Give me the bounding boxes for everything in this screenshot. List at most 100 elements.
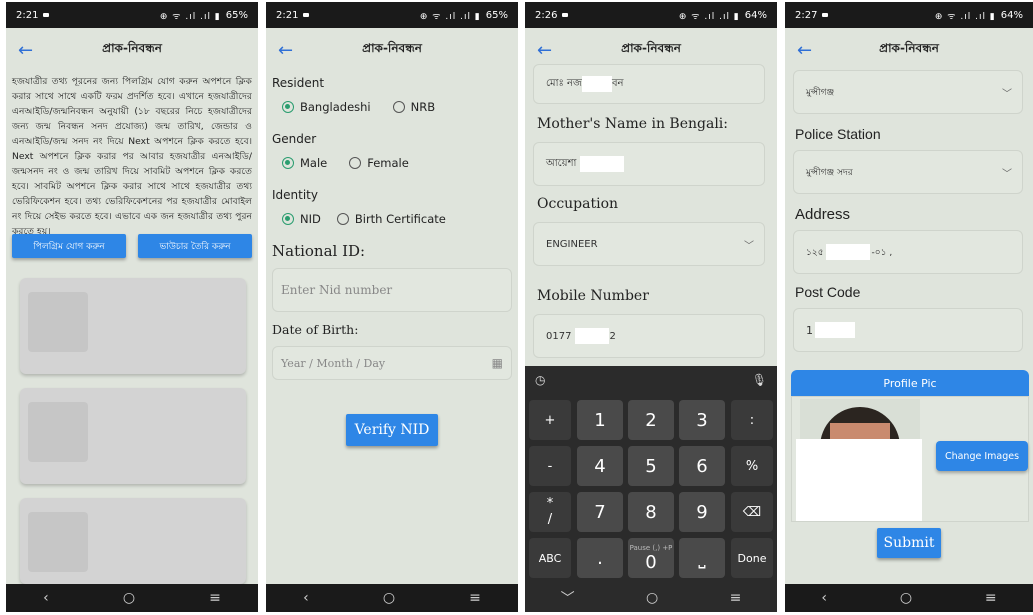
key-dot[interactable]: .	[577, 538, 623, 578]
key-minus[interactable]: -	[529, 446, 571, 486]
nav-menu-icon[interactable]: ≡	[469, 590, 481, 606]
chevron-down-icon: ﹀	[744, 240, 754, 252]
profile-photo	[800, 399, 920, 439]
mother-name-input[interactable]: আয়েশা	[533, 142, 765, 186]
phone-screen-instructions: 2:21 ⊕ ᯤ .ıl .ıl ▮ 65% ← প্রাক-নিবন্ধন হজ…	[6, 2, 258, 612]
dob-input[interactable]: Year / Month / Day ▦	[272, 346, 512, 380]
police-station-label: Police Station	[795, 126, 881, 142]
district-select[interactable]: মুন্সীগঞ্জ ﹀	[793, 70, 1023, 114]
status-time: 2:26	[535, 9, 558, 21]
verify-nid-button[interactable]: Verify NID	[346, 414, 438, 446]
key-0[interactable]: Pause (,) +P 0	[628, 538, 674, 578]
notification-icon	[822, 13, 829, 17]
status-bar: 2:27 ⊕ ᯤ .ıl .ıl ▮ 64%	[785, 2, 1033, 28]
nav-home-icon[interactable]: ○	[900, 590, 912, 606]
backspace-icon[interactable]: ⌫	[731, 492, 773, 532]
add-pilgrim-button[interactable]: পিলগ্রিম যোগ করুন	[12, 234, 126, 258]
radio-nrb[interactable]	[392, 101, 405, 113]
phone-screen-personal-info: 2:26 ⊕ ᯤ .ıl .ıl ▮ 6 4% ← প্রাক-নিবন্ধন মো…	[525, 2, 777, 612]
key-9[interactable]: 9	[679, 492, 725, 532]
page-title: প্রাক-নিবন্ধন	[102, 41, 162, 55]
occupation-select[interactable]: ENGINEER ﹀	[533, 222, 765, 266]
notification-icon	[562, 13, 569, 17]
key-star-slash[interactable]: * /	[529, 492, 571, 532]
page-title: প্রাক-নিবন্ধন	[362, 41, 422, 55]
nav-menu-icon[interactable]: ≡	[985, 590, 997, 606]
microphone-icon[interactable]: 🎙	[752, 373, 767, 387]
national-id-label: National ID:	[272, 242, 366, 260]
identity-label: Identity	[272, 188, 318, 202]
name-input[interactable]: মোঃ নজ বন	[533, 64, 765, 104]
page-title: প্রাক-নিবন্ধন	[879, 41, 939, 55]
page-title: প্রাক-নিবন্ধন	[621, 41, 681, 55]
signal-icon: ⊕ ᯤ .ıl .ıl ▮	[678, 11, 740, 22]
key-percent[interactable]: %	[731, 446, 773, 486]
nav-back-icon[interactable]: ‹	[303, 590, 309, 606]
list-item[interactable]	[20, 278, 246, 374]
key-6[interactable]: 6	[679, 446, 725, 486]
key-abc[interactable]: ABC	[529, 538, 571, 578]
nav-back-icon[interactable]: ‹	[821, 590, 827, 606]
mobile-input[interactable]: 0177 2	[533, 314, 765, 358]
radio-bangladeshi[interactable]	[282, 101, 294, 113]
gender-radio-group: Male Female	[282, 156, 409, 170]
key-plus[interactable]: +	[529, 400, 571, 440]
key-done[interactable]: Done	[731, 538, 773, 578]
address-input[interactable]: ১২৫ -০১ ,	[793, 230, 1023, 274]
address-label: Address	[795, 206, 851, 223]
list-item[interactable]	[20, 388, 246, 484]
nav-menu-icon[interactable]: ≡	[209, 590, 221, 606]
notification-icon	[43, 13, 50, 17]
change-images-button[interactable]: Change Images	[936, 441, 1028, 471]
police-station-select[interactable]: মুন্সীগঞ্জ সদর ﹀	[793, 150, 1023, 194]
key-3[interactable]: 3	[679, 400, 725, 440]
occupation-label: Occupation	[537, 196, 619, 212]
nav-back-icon[interactable]: ‹	[43, 590, 49, 606]
key-2[interactable]: 2	[628, 400, 674, 440]
back-arrow-icon[interactable]: ←	[18, 40, 33, 61]
gender-label: Gender	[272, 132, 317, 146]
dob-label: Date of Birth:	[272, 322, 359, 337]
key-colon[interactable]: :	[731, 400, 773, 440]
space-key[interactable]: ⎵	[679, 538, 725, 578]
nav-home-icon[interactable]: ○	[123, 590, 135, 606]
calendar-icon[interactable]: ▦	[492, 356, 503, 370]
back-arrow-icon[interactable]: ←	[537, 40, 552, 61]
create-voucher-button[interactable]: ভাউচার তৈরি করুন	[138, 234, 252, 258]
nav-home-icon[interactable]: ○	[646, 590, 658, 606]
list-item[interactable]	[20, 498, 246, 584]
status-bar: 2:21 ⊕ ᯤ .ıl .ıl ▮ 65%	[266, 2, 518, 28]
phone-screen-verify-nid: 2:21 ⊕ ᯤ .ıl .ıl ▮ 65% ← প্রাক-নিবন্ধন Re…	[266, 2, 518, 612]
nid-input[interactable]: Enter Nid number	[272, 268, 512, 312]
phone-screen-address: 2:27 ⊕ ᯤ .ıl .ıl ▮ 64% ← প্রাক-নিবন্ধন মু…	[785, 2, 1033, 612]
nav-home-icon[interactable]: ○	[383, 590, 395, 606]
nav-hide-keyboard-icon[interactable]: ﹀	[561, 588, 575, 608]
key-5[interactable]: 5	[628, 446, 674, 486]
radio-male[interactable]	[282, 157, 294, 169]
radio-nid[interactable]	[282, 213, 294, 225]
battery-text: 65%	[225, 9, 248, 21]
back-arrow-icon[interactable]: ←	[278, 40, 293, 61]
signal-icon: ⊕ ᯤ .ıl .ıl ▮	[934, 11, 996, 22]
key-1[interactable]: 1	[577, 400, 623, 440]
post-code-input[interactable]: 1	[793, 308, 1023, 352]
photo-placeholder	[796, 439, 922, 521]
submit-button[interactable]: Submit	[877, 528, 941, 558]
status-time: 2:27	[795, 9, 818, 21]
key-7[interactable]: 7	[577, 492, 623, 532]
mobile-label: Mobile Number	[537, 288, 649, 304]
screenshot-collage: 2:21 ⊕ ᯤ .ıl .ıl ▮ 65% ← প্রাক-নিবন্ধন হজ…	[0, 0, 1033, 615]
back-arrow-icon[interactable]: ←	[797, 40, 812, 61]
nav-menu-icon[interactable]: ≡	[730, 590, 742, 606]
key-8[interactable]: 8	[628, 492, 674, 532]
radio-female[interactable]	[349, 157, 362, 169]
keyboard-settings-icon[interactable]: ◷	[535, 373, 545, 387]
radio-birth-certificate[interactable]	[336, 213, 349, 225]
status-time: 2:21	[276, 9, 299, 21]
status-time: 2:21	[16, 9, 39, 21]
identity-radio-group: NID Birth Certificate	[282, 212, 446, 226]
app-bar: ← প্রাক-নিবন্ধন	[6, 28, 258, 72]
instruction-text: হজযাত্রীর তথ্য পূরনের জন্য পিলগ্রিম যোগ …	[12, 76, 252, 237]
key-4[interactable]: 4	[577, 446, 623, 486]
mother-name-label: Mother's Name in Bengali:	[537, 116, 728, 132]
